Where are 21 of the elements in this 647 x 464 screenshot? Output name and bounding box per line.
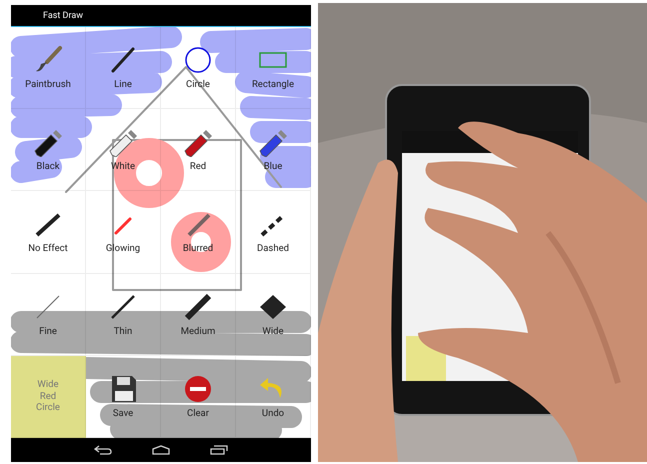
tool-button[interactable]: Red — [161, 109, 236, 192]
home-icon[interactable] — [152, 445, 170, 455]
tool-button[interactable]: Dashed — [236, 191, 311, 274]
tool-button[interactable]: Line — [86, 27, 161, 110]
recent-apps-icon[interactable] — [210, 445, 228, 455]
tool-button[interactable]: Save — [86, 356, 161, 438]
status-text: Wide Red Circle — [35, 379, 61, 414]
app-title: Fast Draw — [43, 10, 83, 20]
tool-button[interactable]: Clear — [161, 356, 236, 438]
tool-button[interactable]: Blurred — [161, 191, 236, 274]
tool-button[interactable]: Blue — [236, 109, 311, 192]
tool-button[interactable]: No Effect — [11, 191, 86, 274]
tool-button[interactable]: Black — [11, 109, 86, 192]
tool-button[interactable]: Thin — [86, 274, 161, 356]
tool-button[interactable]: Paintbrush — [11, 27, 86, 110]
tool-button[interactable]: Glowing — [86, 191, 161, 274]
tool-button[interactable]: Rectangle — [236, 27, 311, 110]
tool-button[interactable]: Medium — [161, 274, 236, 356]
tool-button[interactable]: White — [86, 109, 161, 192]
tool-button[interactable]: Circle — [161, 27, 236, 110]
back-icon[interactable] — [94, 445, 112, 455]
